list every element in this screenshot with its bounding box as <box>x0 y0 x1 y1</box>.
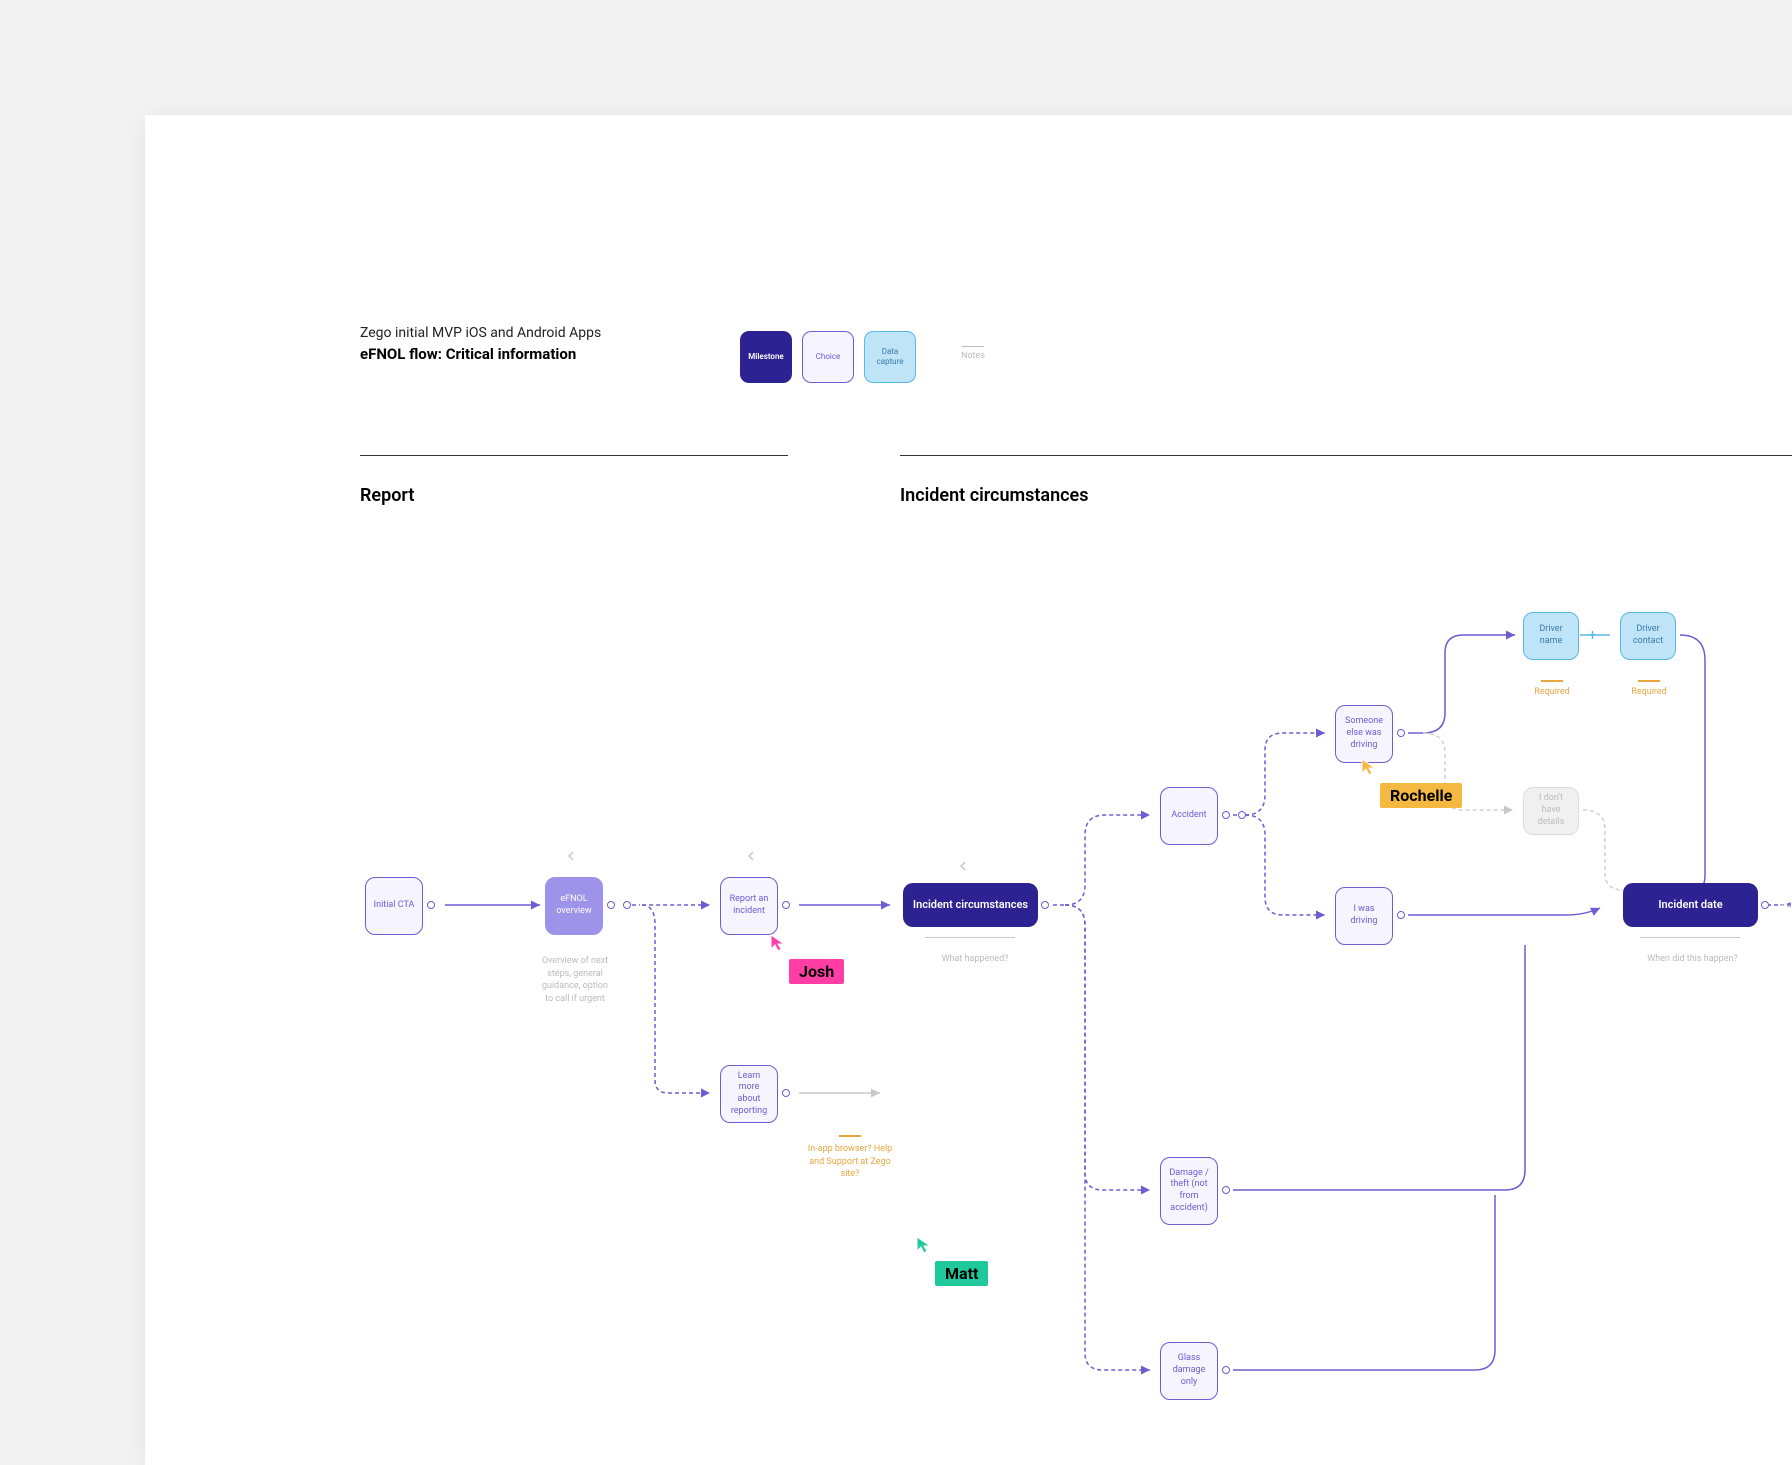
node-incident-date[interactable]: Incident date <box>1623 883 1758 927</box>
node-someone-else[interactable]: Someone else was driving <box>1335 705 1393 763</box>
cursor-matt: Matt <box>915 1235 988 1286</box>
legend-notes: Notes <box>961 346 985 361</box>
node-learn-more[interactable]: Learn more about reporting <box>720 1065 778 1123</box>
port[interactable] <box>427 901 435 909</box>
node-damage-theft[interactable]: Damage / theft (not from accident) <box>1160 1157 1218 1225</box>
canvas[interactable]: Zego initial MVP iOS and Android Apps eF… <box>145 115 1792 1465</box>
node-dont-have-details[interactable]: I don't have details <box>1523 787 1579 835</box>
node-accident[interactable]: Accident <box>1160 787 1218 845</box>
plus-icon: + <box>1588 625 1597 644</box>
section-report: Report <box>360 485 414 506</box>
legend-choice: Choice <box>802 331 854 383</box>
header-title: eFNOL flow: Critical information <box>360 345 601 363</box>
node-efnol-overview[interactable]: eFNOL overview <box>545 877 603 935</box>
legend-milestone: Milestone <box>740 331 792 383</box>
header-subtitle: Zego initial MVP iOS and Android Apps <box>360 325 601 341</box>
required-label: Required <box>1631 680 1667 697</box>
divider <box>360 455 788 456</box>
node-driver-contact[interactable]: Driver contact <box>1620 612 1676 660</box>
caption-overview: Overview of next steps, general guidance… <box>540 955 610 1005</box>
cursor-josh: Josh <box>769 933 844 984</box>
node-glass[interactable]: Glass damage only <box>1160 1342 1218 1400</box>
port[interactable] <box>782 901 790 909</box>
cursor-arrow-icon <box>915 1235 933 1255</box>
divider <box>900 455 1792 456</box>
node-initial-cta[interactable]: Initial CTA <box>365 877 423 935</box>
legend-data-capture: Data capture <box>864 331 916 383</box>
cursor-josh-label: Josh <box>789 959 844 984</box>
divider <box>1640 937 1740 938</box>
back-icon <box>565 850 577 862</box>
port[interactable] <box>623 901 631 909</box>
port[interactable] <box>1222 1366 1230 1374</box>
cursor-arrow-icon <box>769 933 787 953</box>
port[interactable] <box>1222 1186 1230 1194</box>
cursor-rochelle: Rochelle <box>1360 757 1462 808</box>
port[interactable] <box>1041 901 1049 909</box>
header: Zego initial MVP iOS and Android Apps eF… <box>360 325 601 363</box>
port[interactable] <box>607 901 615 909</box>
legend: Milestone Choice Data capture Notes <box>740 331 985 383</box>
node-i-was-driving[interactable]: I was driving <box>1335 887 1393 945</box>
back-icon <box>745 850 757 862</box>
required-label: Required <box>1534 680 1570 697</box>
port[interactable] <box>1238 811 1246 819</box>
port[interactable] <box>1761 901 1769 909</box>
section-incident: Incident circumstances <box>900 485 1088 506</box>
cursor-rochelle-label: Rochelle <box>1380 783 1462 808</box>
note-learn-more: In-app browser? Help and Support at Zego… <box>805 1135 895 1181</box>
caption-when-happen: When did this happen? <box>1645 953 1740 966</box>
node-report-incident[interactable]: Report an incident <box>720 877 778 935</box>
port[interactable] <box>1222 811 1230 819</box>
cursor-arrow-icon <box>1360 757 1378 777</box>
port[interactable] <box>782 1089 790 1097</box>
back-icon <box>957 860 969 872</box>
port[interactable] <box>1397 729 1405 737</box>
node-driver-name[interactable]: Driver name <box>1523 612 1579 660</box>
caption-what-happened: What happened? <box>930 953 1020 966</box>
port[interactable] <box>1397 911 1405 919</box>
divider <box>925 937 1015 938</box>
cursor-matt-label: Matt <box>935 1261 988 1286</box>
node-incident-circumstances[interactable]: Incident circumstances <box>903 883 1038 927</box>
